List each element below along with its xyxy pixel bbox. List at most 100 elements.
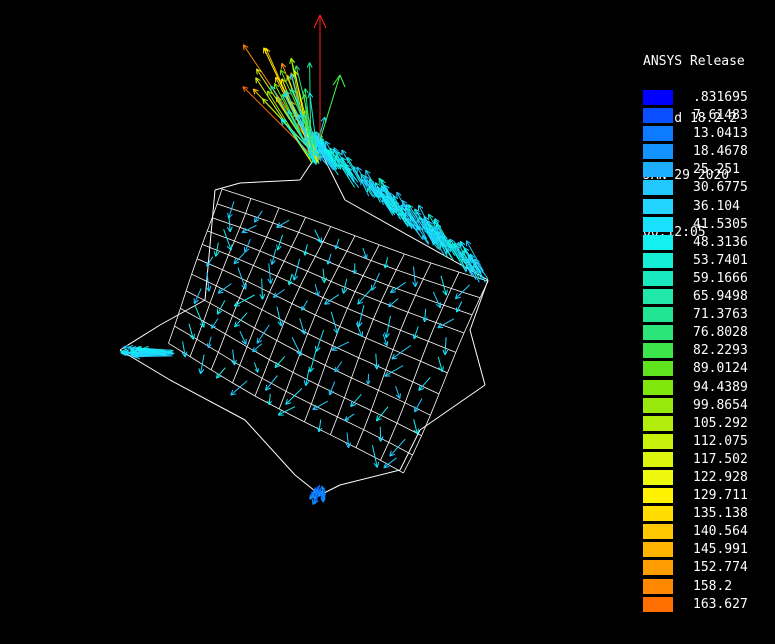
vector-arrow-head bbox=[317, 291, 320, 297]
mesh-edge bbox=[372, 301, 382, 320]
mesh-edge bbox=[278, 207, 306, 218]
legend-label: 163.627 bbox=[693, 596, 748, 612]
mesh-edge bbox=[210, 352, 219, 370]
mesh-edge bbox=[427, 322, 437, 342]
vector-arrow bbox=[444, 337, 447, 355]
legend-label: 129.711 bbox=[693, 488, 748, 504]
mesh-edge bbox=[305, 216, 331, 227]
vector-arrow-head bbox=[366, 254, 368, 259]
vector-arrow-head bbox=[242, 44, 245, 51]
legend-label: 53.7401 bbox=[693, 252, 748, 268]
legend-swatch bbox=[643, 180, 673, 196]
legend-swatch bbox=[643, 397, 673, 413]
mesh-edge bbox=[285, 390, 312, 405]
mesh-edge bbox=[217, 333, 226, 353]
mesh-edge bbox=[380, 285, 389, 303]
mesh-edge bbox=[438, 372, 448, 395]
legend-swatch bbox=[643, 451, 673, 467]
mesh-edge bbox=[450, 271, 460, 289]
legend-row: 135.138 bbox=[643, 505, 775, 523]
vector-arrow-head bbox=[344, 419, 350, 421]
vector-arrow-head bbox=[386, 340, 389, 346]
vector-plot[interactable] bbox=[0, 0, 640, 644]
mesh-edge bbox=[330, 265, 340, 282]
vector-arrow-head bbox=[361, 179, 363, 184]
mesh-edge bbox=[404, 381, 414, 403]
legend-swatch bbox=[643, 379, 673, 395]
legend-swatch bbox=[643, 289, 673, 305]
mesh-edge bbox=[212, 217, 241, 228]
legend-label: 105.292 bbox=[693, 415, 748, 431]
vector-arrow-head bbox=[255, 77, 257, 84]
mesh-edge bbox=[396, 402, 406, 424]
vector-arrow bbox=[265, 375, 278, 391]
mesh-edge bbox=[218, 351, 240, 366]
legend-row: 7.61483 bbox=[643, 107, 775, 125]
legend-swatch bbox=[643, 144, 673, 160]
vector-arrow bbox=[256, 324, 270, 344]
mesh-edge bbox=[347, 291, 356, 309]
mesh-edge bbox=[388, 285, 416, 296]
legend-label: 117.502 bbox=[693, 451, 748, 467]
mesh-edge bbox=[261, 359, 270, 379]
mesh-edge bbox=[412, 435, 422, 456]
vector-arrow-head bbox=[304, 328, 306, 335]
vector-arrow-head bbox=[321, 147, 324, 153]
legend-row: 112.075 bbox=[643, 433, 775, 451]
mesh-boundary bbox=[339, 469, 401, 486]
mesh-edge bbox=[291, 232, 299, 247]
wireframe-mesh bbox=[119, 149, 489, 496]
mesh-edge bbox=[351, 357, 360, 379]
mesh-edge bbox=[253, 265, 278, 277]
legend-row: .831695 bbox=[643, 89, 775, 107]
legend-row: 117.502 bbox=[643, 451, 775, 469]
mesh-boundary bbox=[244, 419, 296, 476]
mesh-edge bbox=[196, 244, 203, 259]
vector-arrow-head bbox=[361, 331, 364, 337]
vector-arrow-head bbox=[227, 212, 229, 219]
vector-arrow-head bbox=[229, 226, 233, 232]
mesh-edge bbox=[358, 357, 386, 371]
mesh-edge bbox=[428, 340, 456, 353]
mesh-boundary bbox=[469, 329, 486, 386]
mesh-edge bbox=[246, 265, 254, 282]
mesh-edge bbox=[174, 308, 181, 327]
vector-arrow-head bbox=[287, 280, 290, 286]
vector-arrow bbox=[357, 288, 372, 305]
legend-swatch bbox=[643, 578, 673, 594]
legend-label: 145.991 bbox=[693, 542, 748, 558]
vector-arrow-head bbox=[213, 251, 217, 257]
mesh-edge bbox=[259, 236, 267, 252]
vector-arrow-head bbox=[270, 259, 273, 265]
vector-arrow-head bbox=[307, 92, 311, 99]
graphics-viewport[interactable]: ANSYS Release Build 18.2.2 JAN 29 2020 0… bbox=[0, 0, 775, 644]
mesh-edge bbox=[404, 253, 432, 264]
mesh-edge bbox=[337, 416, 364, 431]
mesh-edge bbox=[239, 213, 246, 228]
legend-label: 76.8028 bbox=[693, 325, 748, 341]
mesh-boundary bbox=[239, 179, 301, 184]
mesh-edge bbox=[209, 285, 217, 304]
legend-row: 158.2 bbox=[643, 578, 775, 596]
legend-swatch bbox=[643, 90, 673, 105]
legend-swatch bbox=[643, 270, 673, 286]
mesh-edge bbox=[430, 393, 440, 416]
mesh-edge bbox=[254, 378, 263, 397]
mesh-boundary bbox=[204, 189, 216, 301]
vector-arrow-head bbox=[206, 343, 209, 348]
mesh-edge bbox=[344, 397, 372, 411]
legend-label: 71.3763 bbox=[693, 307, 748, 323]
vector-arrow-head bbox=[286, 75, 288, 82]
mesh-edge bbox=[378, 369, 387, 391]
mesh-edge bbox=[392, 330, 401, 350]
legend-label: 25.251 bbox=[693, 162, 740, 178]
vector-arrow-head bbox=[376, 461, 380, 468]
mesh-edge bbox=[185, 290, 211, 304]
mesh-edge bbox=[254, 395, 280, 410]
mesh-boundary bbox=[214, 182, 241, 191]
mesh-edge bbox=[355, 429, 364, 448]
mesh-edge bbox=[380, 301, 409, 313]
legend-row: 163.627 bbox=[643, 596, 775, 614]
vector-arrow-head bbox=[303, 380, 307, 386]
mesh-edge bbox=[379, 244, 405, 255]
